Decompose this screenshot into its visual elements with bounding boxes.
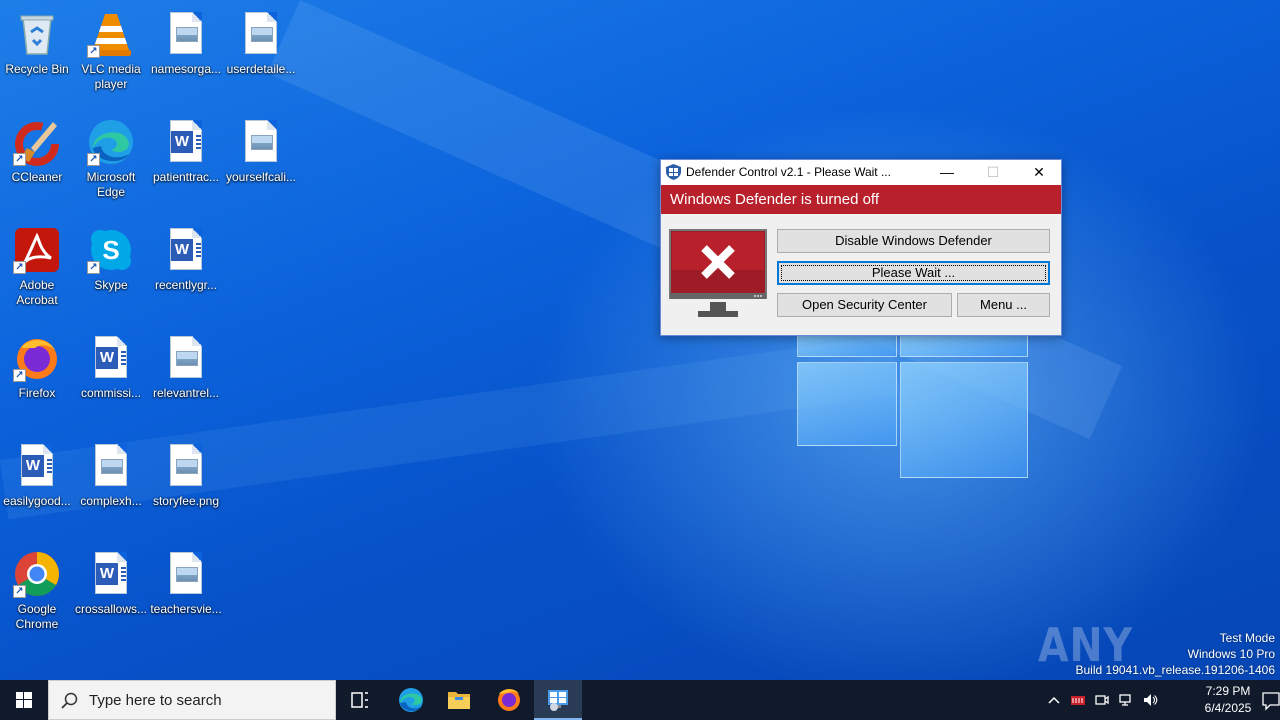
clock-date: 6/4/2025 (1204, 701, 1252, 715)
word-doc-icon: W (13, 442, 61, 490)
menu-button[interactable]: Menu ... (957, 293, 1050, 317)
shortcut-arrow-icon: ↗ (87, 153, 100, 166)
recycle-bin-icon (13, 10, 61, 58)
window-title: Defender Control v2.1 - Please Wait ... (686, 165, 891, 179)
show-hidden-icons-chevron-icon[interactable] (1046, 692, 1062, 708)
file-explorer-icon (448, 692, 470, 709)
status-banner: Windows Defender is turned off (661, 185, 1061, 214)
notification-center-button[interactable] (1262, 680, 1280, 720)
chrome-icon: ↗ (13, 550, 61, 598)
taskbar-file-explorer-button[interactable] (435, 680, 483, 720)
shortcut-arrow-icon: ↗ (87, 45, 100, 58)
word-doc-icon: W (87, 550, 135, 598)
word-doc-icon: W (162, 118, 210, 166)
desktop: Recycle Bin ↗ CCleaner ↗ Adobe Acrobat ↗… (0, 0, 1280, 680)
desktop-icon-word-file[interactable]: W commissi... (73, 328, 149, 428)
ccleaner-icon: ↗ (13, 118, 61, 166)
taskbar-search-box[interactable]: Type here to search (48, 680, 336, 720)
task-view-icon (351, 692, 368, 708)
system-info-overlay: Test Mode Windows 10 Pro Build 19041.vb_… (1076, 630, 1276, 678)
shortcut-arrow-icon: ↗ (87, 261, 100, 274)
image-file-icon (162, 442, 210, 490)
desktop-icon-firefox[interactable]: ↗ Firefox (0, 328, 75, 428)
taskbar: Type here to search 7:29 PM 6/4/2025 (0, 680, 1280, 720)
notification-icon (1262, 692, 1280, 711)
windows-logo-pane (900, 335, 1028, 357)
shortcut-arrow-icon: ↗ (13, 153, 26, 166)
shortcut-arrow-icon: ↗ (13, 585, 26, 598)
clock-time: 7:29 PM (1205, 684, 1251, 698)
os-edition-label: Windows 10 Pro (1187, 647, 1275, 661)
network-activity-icon[interactable] (1070, 692, 1086, 708)
vlc-icon: ↗ (87, 10, 135, 58)
desktop-icon-image-file[interactable]: teachersvie... (148, 544, 224, 644)
build-label: Build 19041.vb_release.191206-1406 (1075, 663, 1276, 677)
image-file-icon (162, 550, 210, 598)
taskbar-edge-button[interactable] (387, 680, 435, 720)
desktop-icon-microsoft-edge[interactable]: ↗ Microsoft Edge (73, 112, 149, 212)
image-file-icon (237, 10, 285, 58)
windows-logo-pane (797, 335, 897, 357)
edge-icon: ↗ (87, 118, 135, 166)
defender-shield-icon (666, 164, 681, 180)
word-doc-icon: W (162, 226, 210, 274)
open-security-center-button[interactable]: Open Security Center (777, 293, 952, 317)
image-file-icon (162, 10, 210, 58)
skype-icon: S ↗ (87, 226, 135, 274)
meet-now-icon[interactable] (1094, 692, 1110, 708)
minimize-button[interactable]: — (924, 160, 970, 185)
maximize-button[interactable]: ☐ (970, 160, 1016, 185)
close-button[interactable]: ✕ (1016, 160, 1062, 185)
please-wait-button[interactable]: Please Wait ... (777, 261, 1050, 285)
desktop-icon-image-file[interactable]: namesorga... (148, 4, 224, 104)
taskbar-clock[interactable]: 7:29 PM 6/4/2025 (1194, 683, 1262, 717)
desktop-icon-vlc[interactable]: ↗ VLC media player (73, 4, 149, 104)
edge-icon (399, 688, 423, 712)
taskbar-defender-control-button[interactable] (534, 680, 582, 720)
volume-icon[interactable] (1142, 692, 1158, 708)
desktop-icon-word-file[interactable]: W patienttrac... (148, 112, 224, 212)
desktop-icon-adobe-acrobat[interactable]: ↗ Adobe Acrobat (0, 220, 75, 320)
shortcut-arrow-icon: ↗ (13, 369, 26, 382)
windows-logo-pane (900, 362, 1028, 478)
desktop-icon-image-file[interactable]: userdetaile... (223, 4, 299, 104)
start-button[interactable] (0, 680, 48, 720)
system-tray: 7:29 PM 6/4/2025 (1040, 680, 1280, 720)
acrobat-icon: ↗ (13, 226, 61, 274)
firefox-icon: ↗ (13, 334, 61, 382)
taskbar-firefox-button[interactable] (485, 680, 533, 720)
desktop-icon-recycle-bin[interactable]: Recycle Bin (0, 4, 75, 104)
defender-off-monitor-icon (669, 229, 767, 321)
desktop-icon-image-file[interactable]: complexh... (73, 436, 149, 536)
windows-logo-pane (797, 362, 897, 446)
shortcut-arrow-icon: ↗ (13, 261, 26, 274)
desktop-icon-skype[interactable]: S ↗ Skype (73, 220, 149, 320)
disable-defender-button[interactable]: Disable Windows Defender (777, 229, 1050, 253)
search-placeholder: Type here to search (89, 692, 222, 709)
desktop-icon-word-file[interactable]: W recentlygr... (148, 220, 224, 320)
windows-logo-icon (16, 692, 32, 708)
search-icon (61, 692, 79, 710)
image-file-icon (237, 118, 285, 166)
defender-control-window[interactable]: Defender Control v2.1 - Please Wait ... … (660, 159, 1062, 336)
desktop-icon-image-file[interactable]: storyfee.png (148, 436, 224, 536)
desktop-icon-word-file[interactable]: W easilygood... (0, 436, 75, 536)
task-view-button[interactable] (336, 680, 384, 720)
defender-control-icon (548, 690, 568, 711)
firefox-icon (498, 689, 520, 711)
desktop-icon-image-file[interactable]: yourselfcali... (223, 112, 299, 212)
image-file-icon (162, 334, 210, 382)
test-mode-label: Test Mode (1219, 631, 1275, 645)
network-icon[interactable] (1118, 692, 1134, 708)
desktop-icon-image-file[interactable]: relevantrel... (148, 328, 224, 428)
desktop-icon-google-chrome[interactable]: ↗ Google Chrome (0, 544, 75, 644)
window-titlebar[interactable]: Defender Control v2.1 - Please Wait ... … (661, 160, 1061, 185)
desktop-icon-word-file[interactable]: W crossallows... (73, 544, 149, 644)
svg-text:S: S (102, 235, 119, 265)
desktop-icon-ccleaner[interactable]: ↗ CCleaner (0, 112, 75, 212)
image-file-icon (87, 442, 135, 490)
word-doc-icon: W (87, 334, 135, 382)
